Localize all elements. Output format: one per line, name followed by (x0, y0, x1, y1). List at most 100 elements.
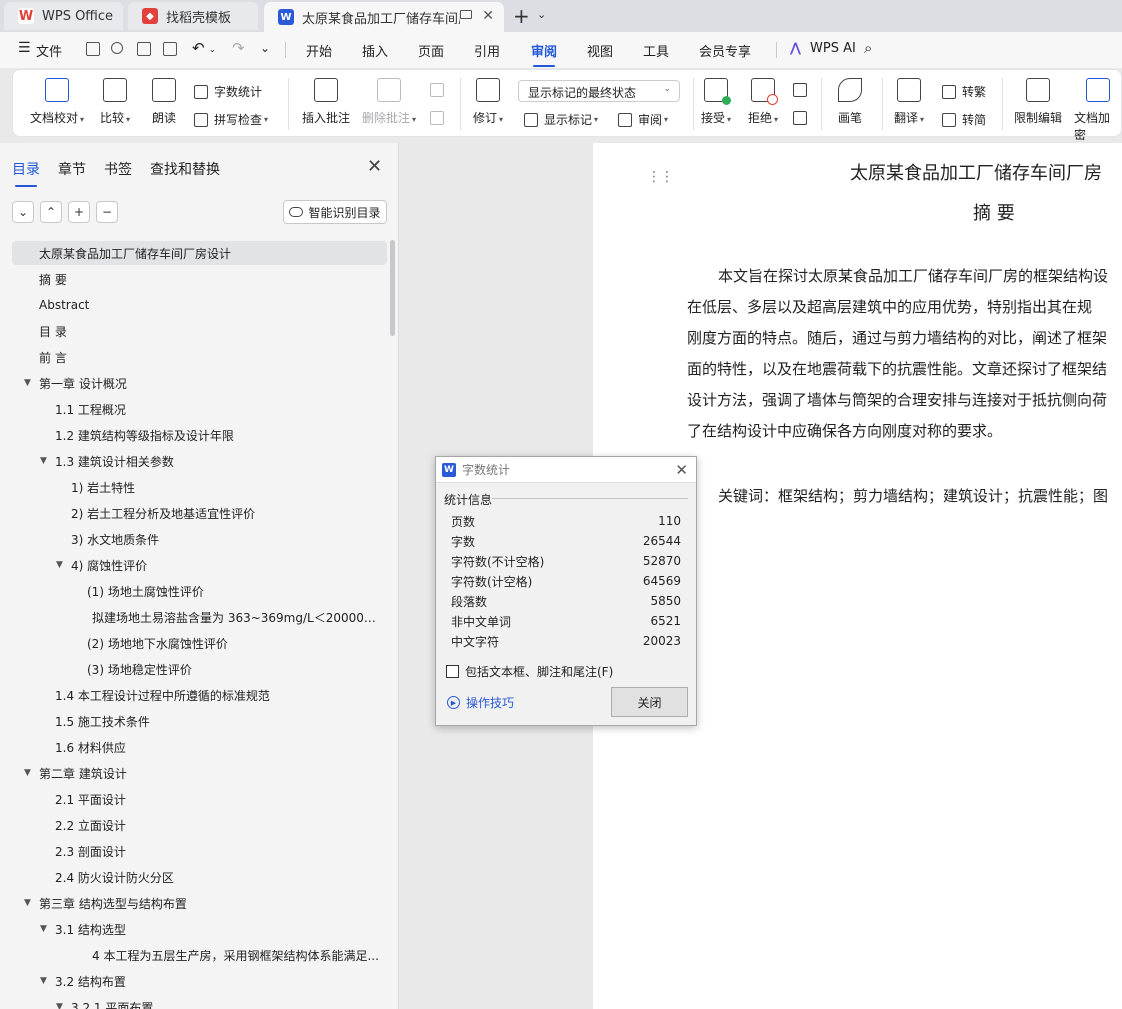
tab-docer[interactable]: ◆ 找稻壳模板 (128, 2, 258, 30)
toc-item[interactable]: ▼ 3.2.1 平面布置 (12, 995, 387, 1009)
translate-button[interactable]: 翻译 ▾ (894, 78, 924, 126)
toc-item[interactable]: ▼ 第三章 结构选型与结构布置 (12, 891, 387, 915)
remove-heading-button[interactable]: − (96, 201, 118, 223)
menu-file[interactable]: 文件 (36, 41, 62, 60)
toc-item[interactable]: ▼ 第二章 建筑设计 (12, 761, 387, 785)
expand-triangle-icon[interactable]: ▼ (24, 378, 31, 388)
toc-item[interactable]: 1.6 材料供应 (12, 735, 387, 759)
review-pane-button[interactable]: 审阅 ▾ (618, 111, 668, 128)
close-tab-icon[interactable]: ✕ (482, 8, 494, 24)
to-traditional-button[interactable]: 转繁 (942, 83, 986, 100)
expand-triangle-icon[interactable]: ▼ (40, 924, 47, 934)
compare-button[interactable]: 比较 ▾ (100, 78, 130, 126)
close-icon[interactable]: ✕ (675, 461, 688, 479)
share-icon[interactable] (111, 42, 123, 54)
toc-item[interactable]: ▼ 3.2 结构布置 (12, 969, 387, 993)
word-count-button[interactable]: 字数统计 (194, 83, 262, 100)
insert-comment-button[interactable]: 插入批注 (302, 78, 350, 126)
expand-triangle-icon[interactable]: ▼ (24, 768, 31, 778)
expand-triangle-icon[interactable]: ▼ (40, 456, 47, 466)
to-simplified-button[interactable]: 转简 (942, 111, 986, 128)
toc-item[interactable]: Abstract (12, 293, 387, 317)
toc-item[interactable]: 2.3 剖面设计 (12, 839, 387, 863)
toc-item[interactable]: 摘 要 (12, 267, 387, 291)
menu-wps-ai[interactable]: WPS AI (810, 41, 856, 56)
undo-dropdown-icon[interactable]: ⌄ (209, 45, 216, 54)
undo-icon[interactable]: ↶ (192, 39, 205, 57)
scrollbar[interactable] (390, 240, 395, 336)
toc-item[interactable]: (2) 场地地下水腐蚀性评价 (12, 631, 387, 655)
print-preview-icon[interactable] (163, 42, 177, 56)
reject-button[interactable]: 拒绝 ▾ (748, 78, 778, 126)
expand-triangle-icon[interactable]: ▼ (56, 560, 63, 570)
menu-home[interactable]: 开始 (306, 41, 332, 60)
smart-toc-button[interactable]: 智能识别目录 (283, 200, 387, 224)
save-icon[interactable] (86, 42, 100, 56)
menu-tools[interactable]: 工具 (643, 41, 669, 60)
markup-state-dropdown[interactable]: 显示标记的最终状态 ⌄ (518, 80, 680, 102)
menu-review[interactable]: 审阅 (531, 41, 557, 67)
tab-wps-office[interactable]: W WPS Office (4, 2, 123, 30)
search-icon[interactable]: ⌕ (864, 39, 872, 57)
track-changes-button[interactable]: 修订 ▾ (473, 78, 503, 126)
spell-check-button[interactable]: 拼写检查 ▾ (194, 111, 268, 128)
show-markup-button[interactable]: 显示标记 ▾ (524, 111, 598, 128)
toc-item[interactable]: ▼ 4) 腐蚀性评价 (12, 553, 387, 577)
previous-comment-button[interactable] (430, 83, 450, 97)
drag-handle-icon[interactable]: ⋮⋮ (647, 169, 674, 185)
accept-button[interactable]: 接受 ▾ (701, 78, 731, 126)
toc-item[interactable]: 拟建场地土易溶盐含量为 363~369mg/L＜20000。... (12, 605, 387, 629)
expand-triangle-icon[interactable]: ▼ (24, 898, 31, 908)
toc-item[interactable]: ▼ 第一章 设计概况 (12, 371, 387, 395)
monitor-icon[interactable] (460, 10, 472, 19)
restrict-editing-button[interactable]: 限制编辑 (1014, 78, 1062, 126)
read-aloud-button[interactable]: 朗读 (152, 78, 176, 126)
hamburger-icon[interactable]: ☰ (18, 40, 31, 56)
next-change-button[interactable] (793, 111, 813, 125)
menu-page[interactable]: 页面 (418, 41, 444, 60)
toc-item[interactable]: 1.4 本工程设计过程中所遵循的标准规范 (12, 683, 387, 707)
previous-change-button[interactable] (793, 83, 813, 97)
menu-view[interactable]: 视图 (587, 41, 613, 60)
new-tab-plus-icon[interactable]: + (513, 4, 530, 28)
nav-tab-bookmarks[interactable]: 书签 (104, 159, 132, 179)
dialog-titlebar[interactable]: W 字数统计 ✕ (436, 457, 696, 483)
toc-item[interactable]: 3) 水文地质条件 (12, 527, 387, 551)
redo-icon[interactable]: ↷ (232, 39, 245, 57)
tab-document[interactable]: W 太原某食品加工厂储存车间厂房 ✕ (264, 2, 504, 32)
toc-item[interactable]: 2.2 立面设计 (12, 813, 387, 837)
toc-item[interactable]: ▼ 3.1 结构选型 (12, 917, 387, 941)
encrypt-button[interactable]: 文档加密 (1074, 78, 1121, 143)
toc-item[interactable]: ▼ 1.3 建筑设计相关参数 (12, 449, 387, 473)
toc-item[interactable]: 前 言 (12, 345, 387, 369)
menu-references[interactable]: 引用 (474, 41, 500, 60)
toc-item[interactable]: 1) 岩土特性 (12, 475, 387, 499)
add-heading-button[interactable]: + (68, 201, 90, 223)
tab-list-chevron-icon[interactable]: ⌄ (537, 8, 546, 21)
toc-item[interactable]: 太原某食品加工厂储存车间厂房设计 (12, 241, 387, 265)
more-chevron-icon[interactable]: ⌄ (260, 41, 270, 55)
toc-item[interactable]: (3) 场地稳定性评价 (12, 657, 387, 681)
close-icon[interactable]: ✕ (367, 156, 382, 177)
delete-comment-button[interactable]: 删除批注 ▾ (362, 78, 416, 126)
toc-item[interactable]: 2) 岩土工程分析及地基适宜性评价 (12, 501, 387, 525)
pen-button[interactable]: 画笔 (838, 78, 862, 126)
collapse-button[interactable]: ⌄ (12, 201, 34, 223)
toc-item[interactable]: 1.2 建筑结构等级指标及设计年限 (12, 423, 387, 447)
include-textbox-checkbox[interactable]: 包括文本框、脚注和尾注(F) (446, 663, 613, 680)
toc-item[interactable]: 1.5 施工技术条件 (12, 709, 387, 733)
toc-item[interactable]: (1) 场地土腐蚀性评价 (12, 579, 387, 603)
menu-insert[interactable]: 插入 (362, 41, 388, 60)
expand-triangle-icon[interactable]: ▼ (40, 976, 47, 986)
nav-tab-find-replace[interactable]: 查找和替换 (150, 159, 220, 179)
nav-tab-sections[interactable]: 章节 (58, 159, 86, 179)
toc-item[interactable]: 2.4 防火设计防火分区 (12, 865, 387, 889)
expand-button[interactable]: ⌃ (40, 201, 62, 223)
nav-tab-toc[interactable]: 目录 (12, 159, 40, 187)
expand-triangle-icon[interactable]: ▼ (56, 1002, 63, 1009)
toc-item[interactable]: 1.1 工程概况 (12, 397, 387, 421)
close-button[interactable]: 关闭 (611, 687, 688, 717)
next-comment-button[interactable] (430, 111, 450, 125)
toc-item[interactable]: 2.1 平面设计 (12, 787, 387, 811)
toc-item[interactable]: 4 本工程为五层生产房，采用钢框架结构体系能满足... (12, 943, 387, 967)
